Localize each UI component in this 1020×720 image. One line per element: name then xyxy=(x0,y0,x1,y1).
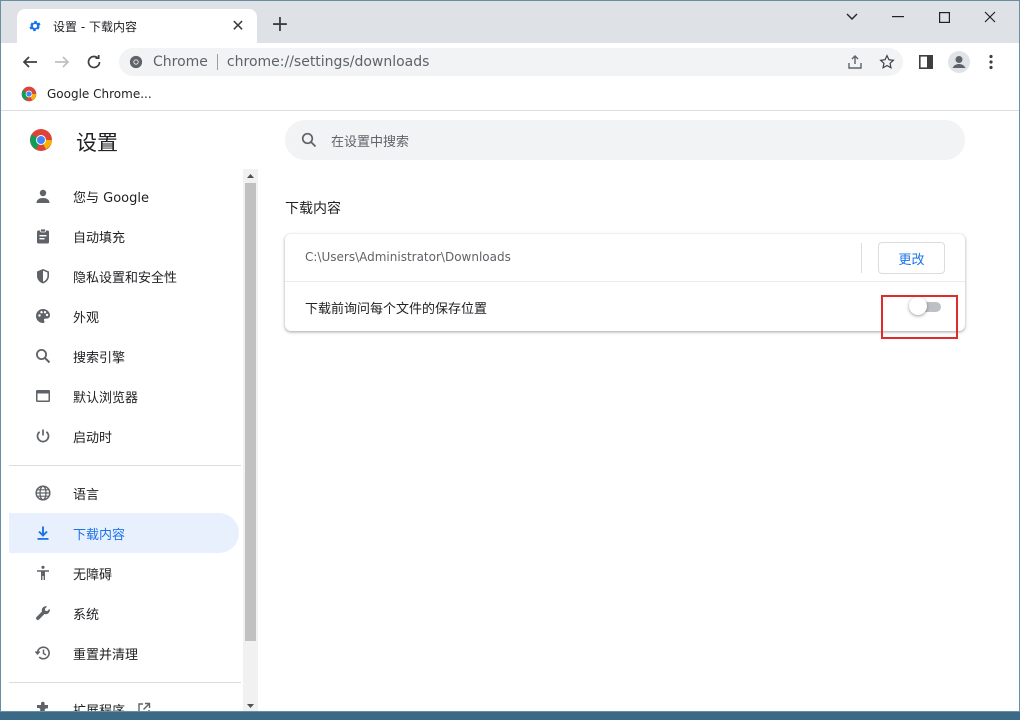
window-close-icon[interactable] xyxy=(967,1,1013,33)
sidebar-divider xyxy=(9,682,241,683)
sidebar-item-label: 无障碍 xyxy=(73,567,113,583)
highlight-annotation-box xyxy=(881,295,958,339)
browser-toolbar: Chrome chrome://settings/downloads xyxy=(1,43,1019,81)
external-link-icon xyxy=(137,702,151,711)
sidebar-item-label: 系统 xyxy=(73,607,100,623)
bookmark-star-icon[interactable] xyxy=(877,52,897,72)
settings-search-input[interactable]: 在设置中搜索 xyxy=(285,120,965,160)
sidebar-item-extensions[interactable]: 扩展程序 xyxy=(9,689,239,712)
ask-where-to-save-label: 下载前询问每个文件的保存位置 xyxy=(305,302,488,317)
settings-sidebar: 您与 Google 自动填充 隐私设置和安全性 外观 搜索引擎 默认浏览器 启动… xyxy=(1,172,257,712)
site-label: Chrome xyxy=(153,54,208,70)
scroll-up-arrow-icon[interactable] xyxy=(243,169,258,183)
sidebar-item-privacy[interactable]: 隐私设置和安全性 xyxy=(9,256,239,296)
back-arrow-icon[interactable] xyxy=(17,49,43,75)
sidebar-item-label: 外观 xyxy=(73,310,100,326)
clipboard-icon xyxy=(33,226,53,246)
search-placeholder: 在设置中搜索 xyxy=(331,134,410,150)
ask-where-to-save-row[interactable]: 下载前询问每个文件的保存位置 xyxy=(285,282,965,331)
accessibility-icon xyxy=(33,563,53,583)
address-bar[interactable]: Chrome chrome://settings/downloads xyxy=(119,48,903,76)
globe-icon xyxy=(33,483,53,503)
sidebar-item-appearance[interactable]: 外观 xyxy=(9,296,239,336)
search-icon xyxy=(33,346,53,366)
tab-settings[interactable]: 设置 - 下载内容 ✕ xyxy=(17,9,257,43)
restore-icon xyxy=(33,643,53,663)
section-title-downloads: 下载内容 xyxy=(285,201,341,217)
power-icon xyxy=(33,426,53,446)
sidebar-scrollbar[interactable] xyxy=(243,169,258,711)
settings-page: 设置 在设置中搜索 您与 Google 自动填充 隐私设置和安全性 外观 搜索引… xyxy=(1,112,1019,712)
side-panel-icon[interactable] xyxy=(914,50,938,74)
sidebar-divider xyxy=(9,465,241,466)
chrome-logo-icon xyxy=(21,86,37,102)
sidebar-item-label: 语言 xyxy=(73,487,100,503)
tab-title: 设置 - 下载内容 xyxy=(53,19,137,34)
shield-icon xyxy=(33,266,53,286)
menu-kebab-icon[interactable] xyxy=(979,50,1003,74)
change-location-button[interactable]: 更改 xyxy=(878,242,945,274)
bookmark-google-chrome[interactable]: Google Chrome... xyxy=(21,86,152,102)
downloads-card: C:\Users\Administrator\Downloads 更改 下载前询… xyxy=(285,234,965,331)
bookmarks-bar: Google Chrome... xyxy=(1,81,1019,111)
row-separator xyxy=(861,243,862,273)
new-tab-button[interactable]: + xyxy=(267,13,293,39)
download-icon xyxy=(33,523,53,543)
sidebar-item-label: 启动时 xyxy=(73,430,113,446)
tab-strip: 设置 - 下载内容 ✕ + xyxy=(1,1,1019,43)
scrollbar-thumb[interactable] xyxy=(245,183,256,641)
sidebar-item-label: 您与 Google xyxy=(73,190,149,206)
sidebar-item-default-browser[interactable]: 默认浏览器 xyxy=(9,376,239,416)
chrome-site-icon xyxy=(127,53,145,71)
sidebar-item-label: 重置并清理 xyxy=(73,647,139,663)
puzzle-icon xyxy=(33,699,53,711)
share-icon[interactable] xyxy=(845,52,865,72)
sidebar-item-languages[interactable]: 语言 xyxy=(9,473,239,513)
profile-avatar-icon[interactable] xyxy=(947,50,971,74)
sidebar-item-label: 隐私设置和安全性 xyxy=(73,270,178,286)
sidebar-item-downloads[interactable]: 下载内容 xyxy=(9,513,239,553)
tab-search-chevron-icon[interactable] xyxy=(829,1,875,33)
maximize-icon[interactable] xyxy=(921,1,967,33)
page-title: 设置 xyxy=(76,131,118,155)
sidebar-item-reset[interactable]: 重置并清理 xyxy=(9,633,239,673)
sidebar-item-autofill[interactable]: 自动填充 xyxy=(9,216,239,256)
wrench-icon xyxy=(33,603,53,623)
palette-icon xyxy=(33,306,53,326)
url-text[interactable]: chrome://settings/downloads xyxy=(227,54,430,70)
sidebar-item-system[interactable]: 系统 xyxy=(9,593,239,633)
scroll-down-arrow-icon[interactable] xyxy=(243,699,258,711)
reload-icon[interactable] xyxy=(81,49,107,75)
sidebar-item-accessibility[interactable]: 无障碍 xyxy=(9,553,239,593)
bookmark-label: Google Chrome... xyxy=(47,87,152,101)
sidebar-item-label: 默认浏览器 xyxy=(73,390,139,406)
download-location-path: C:\Users\Administrator\Downloads xyxy=(305,250,511,264)
gear-icon xyxy=(27,18,43,34)
forward-arrow-icon[interactable] xyxy=(49,49,75,75)
search-icon xyxy=(299,130,319,150)
browser-window-icon xyxy=(33,386,53,406)
person-icon xyxy=(33,186,53,206)
sidebar-item-on-startup[interactable]: 启动时 xyxy=(9,416,239,456)
sidebar-item-label: 自动填充 xyxy=(73,230,126,246)
tab-close-icon[interactable]: ✕ xyxy=(229,17,247,35)
sidebar-item-search-engine[interactable]: 搜索引擎 xyxy=(9,336,239,376)
address-separator xyxy=(216,54,218,70)
sidebar-item-label: 搜索引擎 xyxy=(73,350,126,366)
minimize-icon[interactable] xyxy=(875,1,921,33)
sidebar-item-you-and-google[interactable]: 您与 Google xyxy=(9,176,239,216)
browser-window: 设置 - 下载内容 ✕ + Chrome chrome://settings/d… xyxy=(0,0,1020,712)
chrome-logo-icon xyxy=(29,128,53,152)
sidebar-item-label: 扩展程序 xyxy=(73,703,126,712)
sidebar-item-label: 下载内容 xyxy=(73,527,126,543)
download-location-row: C:\Users\Administrator\Downloads 更改 xyxy=(285,234,965,282)
